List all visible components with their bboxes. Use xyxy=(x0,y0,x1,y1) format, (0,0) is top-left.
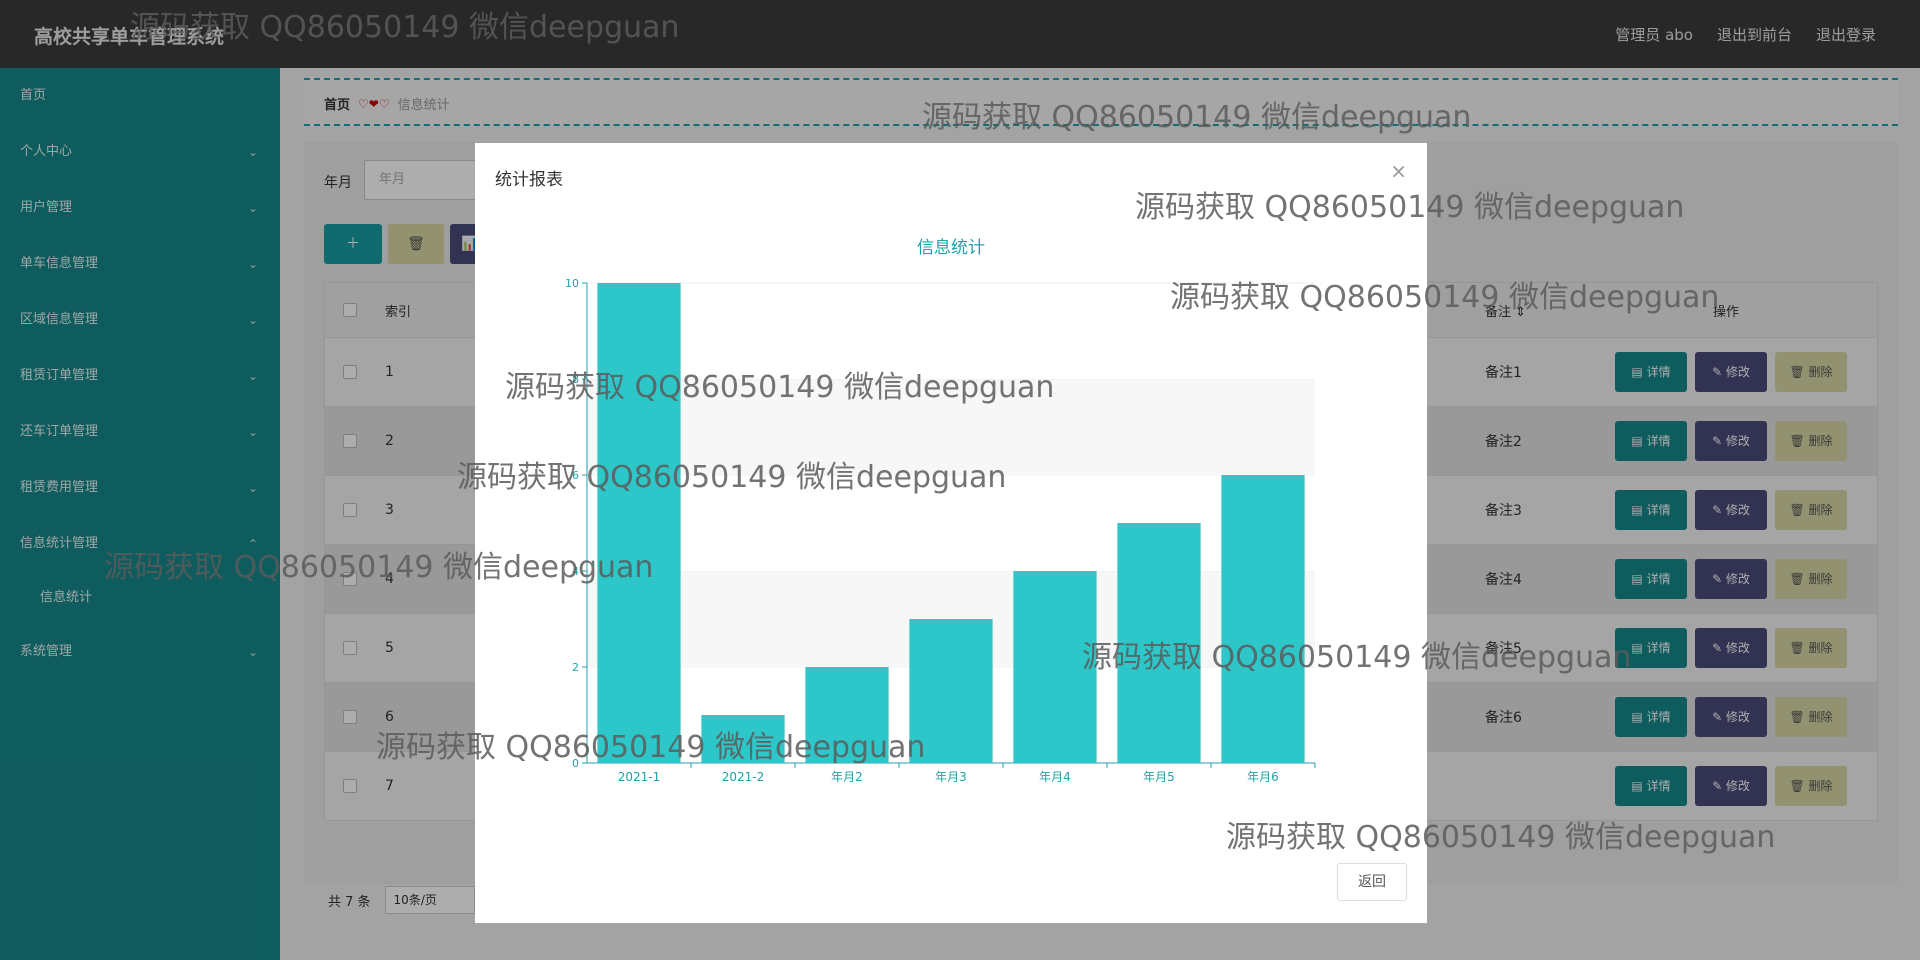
close-icon[interactable]: × xyxy=(1390,159,1407,183)
x-tick-label: 2021-1 xyxy=(618,770,661,784)
x-tick-label: 年月3 xyxy=(935,770,967,784)
bar xyxy=(805,667,889,763)
chart-container: 信息统计 0 2 4 6 8 10 2021-1 2021-2 年月2 年月3 年月4 年月5 年月6 xyxy=(475,183,1427,843)
x-tick-label: 年月5 xyxy=(1143,770,1175,784)
statistics-modal: 统计报表 × 信息统计 0 2 4 6 8 10 2021-1 2021-2 年月2 年月3 年月4 年… xyxy=(475,143,1427,923)
bar xyxy=(1221,475,1305,763)
bar xyxy=(1117,523,1201,763)
bar-chart: 信息统计 0 2 4 6 8 10 2021-1 2021-2 年月2 年月3 年月4 年月5 年月6 xyxy=(565,238,1316,784)
x-tick-label: 年月2 xyxy=(831,770,863,784)
chart-title: 信息统计 xyxy=(917,238,985,258)
x-tick-label: 年月4 xyxy=(1039,770,1071,784)
bar xyxy=(1013,571,1097,763)
x-tick-label: 年月6 xyxy=(1247,770,1279,784)
grid-band xyxy=(587,283,1315,379)
y-tick-label: 4 xyxy=(572,565,579,578)
bar xyxy=(597,283,681,763)
y-tick-label: 2 xyxy=(572,661,579,674)
back-button[interactable]: 返回 xyxy=(1337,863,1407,901)
y-tick-label: 8 xyxy=(572,373,579,386)
bar xyxy=(909,619,993,763)
y-tick-label: 0 xyxy=(572,757,579,770)
grid-band xyxy=(587,475,1315,571)
y-tick-label: 6 xyxy=(572,469,579,482)
x-tick-label: 2021-2 xyxy=(722,770,765,784)
y-tick-label: 10 xyxy=(565,277,579,290)
bar xyxy=(701,715,785,763)
grid-band xyxy=(587,379,1315,475)
